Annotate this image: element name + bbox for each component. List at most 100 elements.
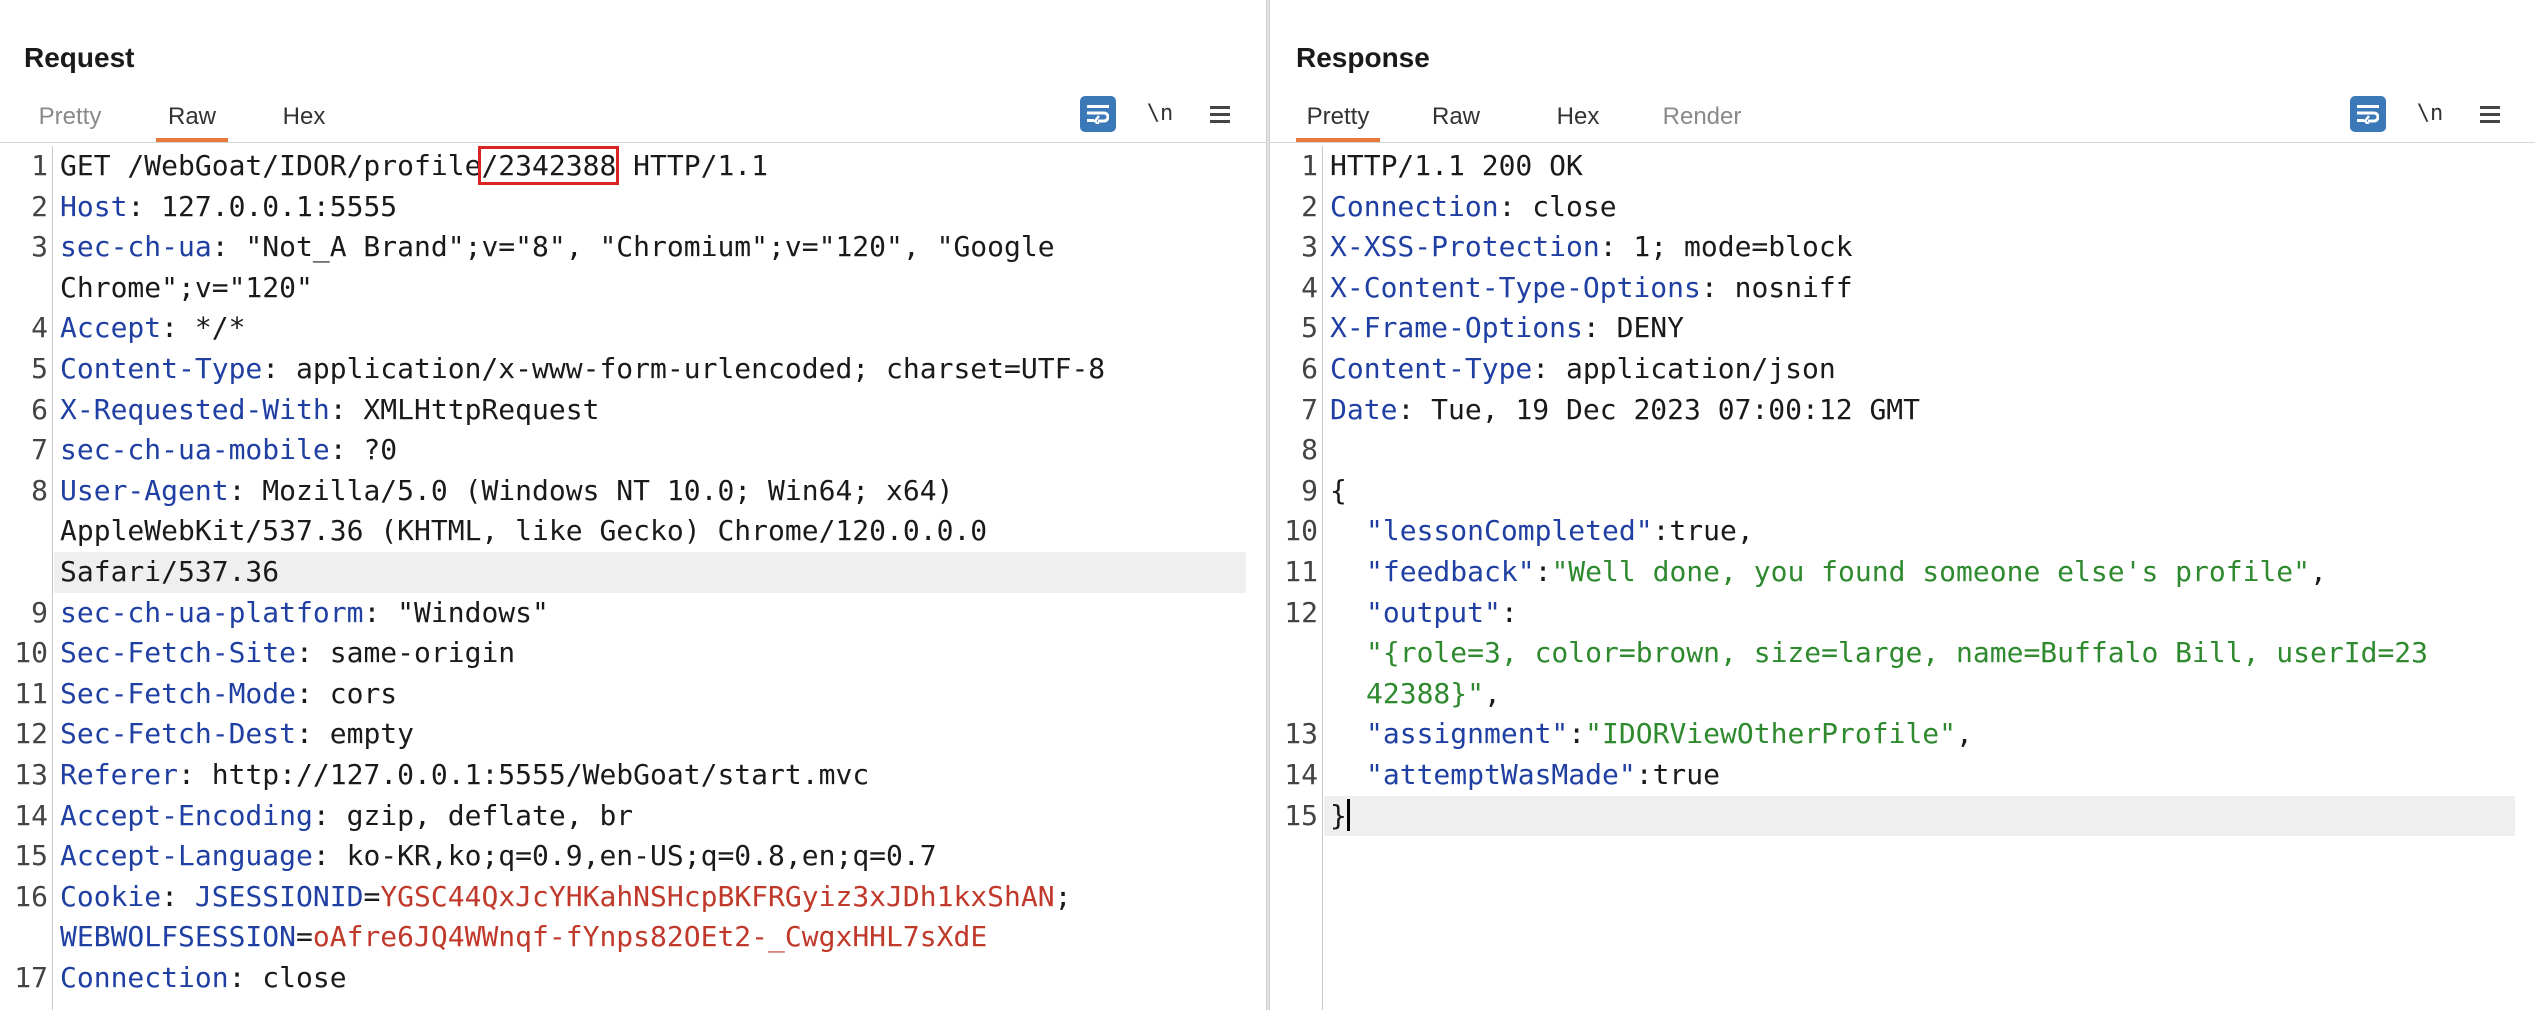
header-key: sec-ch-ua	[60, 230, 212, 264]
header-line: Date: Tue, 19 Dec 2023 07:00:12 GMT	[1330, 390, 2515, 431]
header-value: : application/json	[1532, 352, 1836, 385]
header-line: sec-ch-ua-platform: "Windows"	[60, 593, 1246, 634]
cookie-line: Cookie: JSESSIONID=YGSC44QxJcYHKahNSHcpB…	[60, 877, 1246, 918]
line-number: 5	[1301, 311, 1318, 345]
request-gutter: 1 2 3 4 5 6 7 8 9 10 11 12 13 14 15 16 1…	[0, 146, 53, 1010]
header-key: Host	[60, 189, 128, 223]
line-number: 3	[1301, 230, 1318, 264]
json-key: "output"	[1366, 595, 1501, 629]
header-line-continued-current: Safari/537.36	[54, 552, 1246, 593]
header-key: Accept	[60, 311, 162, 345]
word-wrap-icon	[1087, 105, 1109, 124]
header-line: Connection: close	[1330, 187, 2515, 228]
request-line: GET /WebGoat/IDOR/profile/2342388 HTTP/1…	[60, 146, 1246, 187]
word-wrap-icon	[2357, 105, 2379, 124]
header-value: : http://127.0.0.1:5555/WebGoat/start.mv…	[178, 758, 870, 791]
cookie-eq: =	[296, 920, 313, 954]
tab-raw[interactable]: Raw	[1428, 96, 1484, 138]
header-line: Accept-Encoding: gzip, deflate, br	[60, 796, 1246, 837]
header-value: : same-origin	[296, 636, 516, 670]
tab-pretty[interactable]: Pretty	[30, 96, 110, 138]
header-line: Host: 127.0.0.1:5555	[60, 187, 1246, 228]
json-comma: ,	[1956, 717, 1973, 751]
tab-pretty[interactable]: Pretty	[1296, 96, 1380, 142]
line-number: 9	[31, 595, 48, 629]
line-number: 8	[1301, 433, 1318, 467]
header-key: sec-ch-ua-mobile	[60, 433, 330, 467]
line-number: 1	[1301, 149, 1318, 182]
header-key: Connection	[1330, 189, 1499, 223]
header-value: : empty	[296, 717, 415, 751]
header-value: : XMLHttpRequest	[329, 392, 600, 426]
line-number: 6	[1301, 352, 1318, 385]
line-number: 2	[31, 189, 48, 223]
header-key: Connection	[60, 961, 229, 994]
header-key: X-Content-Type-Options	[1330, 270, 1701, 304]
header-value: : 127.0.0.1:5555	[127, 189, 398, 223]
tab-render[interactable]: Render	[1660, 96, 1744, 138]
header-key: X-XSS-Protection	[1330, 230, 1600, 264]
header-key: Sec-Fetch-Mode	[60, 676, 297, 710]
request-menu-icon[interactable]	[1206, 96, 1234, 132]
request-tab-rule	[0, 142, 1266, 143]
line-number: 12	[14, 717, 48, 751]
header-value: : 1; mode=block	[1599, 230, 1853, 264]
header-key: X-Frame-Options	[1330, 311, 1583, 345]
header-key: Sec-Fetch-Site	[60, 636, 297, 670]
header-line: X-Frame-Options: DENY	[1330, 308, 2515, 349]
request-line-text: HTTP/1.1	[616, 149, 769, 182]
header-value: : close	[1498, 189, 1617, 223]
line-number: 13	[1284, 717, 1318, 751]
header-key: Sec-Fetch-Dest	[60, 717, 297, 751]
header-line: Accept: */*	[60, 308, 1246, 349]
line-number: 14	[14, 798, 48, 832]
response-editor[interactable]: 1 2 3 4 5 6 7 8 9 10 11 12 13 14 15 HTTP…	[1270, 146, 2535, 1010]
line-number: 13	[14, 758, 48, 791]
header-line: Sec-Fetch-Mode: cors	[60, 674, 1246, 715]
json-key: "feedback"	[1366, 555, 1535, 588]
request-wrap-button[interactable]	[1080, 96, 1116, 132]
header-line: X-Requested-With: XMLHttpRequest	[60, 390, 1246, 431]
tab-hex[interactable]: Hex	[276, 96, 332, 138]
response-menu-icon[interactable]	[2476, 96, 2504, 132]
line-number: 4	[31, 311, 48, 345]
json-line-current: }	[1324, 795, 2515, 837]
line-number: 14	[1284, 758, 1318, 791]
line-number: 1	[31, 149, 48, 182]
response-title: Response	[1296, 42, 1430, 73]
header-line: Content-Type: application/x-www-form-url…	[60, 349, 1246, 390]
header-line: User-Agent: Mozilla/5.0 (Windows NT 10.0…	[60, 471, 1246, 512]
response-wrap-button[interactable]	[2350, 96, 2386, 132]
line-number: 4	[1301, 270, 1318, 304]
line-number: 15	[14, 839, 48, 873]
line-number: 8	[31, 473, 48, 507]
json-line: "lessonCompleted":true,	[1366, 511, 2515, 552]
response-tabs: Pretty Raw Hex Render	[1270, 96, 2535, 142]
header-line: sec-ch-ua-mobile: ?0	[60, 430, 1246, 471]
header-line: X-Content-Type-Options: nosniff	[1330, 268, 2515, 309]
request-editor[interactable]: 1 2 3 4 5 6 7 8 9 10 11 12 13 14 15 16 1…	[0, 146, 1266, 1010]
header-key: User-Agent	[60, 473, 229, 507]
line-number: 17	[14, 961, 48, 994]
line-number: 16	[14, 879, 48, 913]
header-line: sec-ch-ua: "Not_A Brand";v="8", "Chromiu…	[60, 227, 1246, 268]
header-value: : */*	[161, 311, 246, 345]
tab-raw[interactable]: Raw	[156, 96, 228, 142]
header-value: : cors	[296, 676, 398, 710]
cookie-line-continued: WEBWOLFSESSION=oAfre6JQ4WWnqf-fYnps82OEt…	[60, 917, 1246, 958]
json-line: "feedback":"Well done, you found someone…	[1366, 552, 2515, 593]
json-string: 42388}"	[1366, 676, 1485, 710]
json-colon: :	[1534, 555, 1552, 588]
response-newline-toggle[interactable]: \n	[2412, 96, 2448, 132]
request-newline-toggle[interactable]: \n	[1142, 96, 1178, 132]
json-line: "attemptWasMade":true	[1366, 755, 2515, 796]
header-value: : gzip, deflate, br	[312, 798, 634, 832]
tab-hex[interactable]: Hex	[1552, 96, 1604, 138]
header-line: Sec-Fetch-Site: same-origin	[60, 633, 1246, 674]
response-tab-rule	[1270, 142, 2535, 143]
request-tabs: Pretty Raw Hex	[0, 96, 1266, 142]
header-line-continued: AppleWebKit/537.36 (KHTML, like Gecko) C…	[60, 514, 988, 548]
cookie-eq: =	[363, 879, 381, 913]
json-brace: }	[1330, 798, 1347, 832]
header-value: : nosniff	[1700, 270, 1853, 304]
